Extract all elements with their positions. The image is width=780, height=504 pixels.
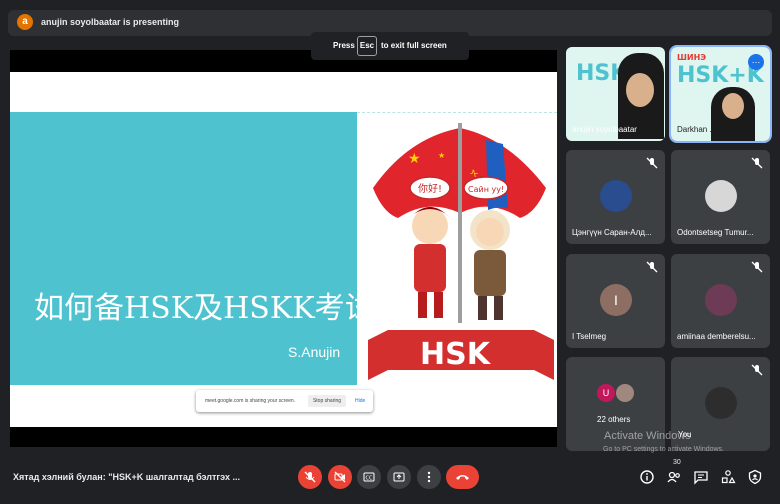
esc-key-hint: Esc: [357, 36, 377, 56]
chat-icon[interactable]: [693, 469, 709, 485]
avatar: [705, 284, 737, 316]
participant-name: Odontsetseg Tumur...: [677, 228, 754, 237]
svg-text:★: ★: [408, 151, 421, 167]
others-count: 22 others: [597, 415, 631, 424]
toast-press-text: Press: [333, 41, 355, 50]
people-icon[interactable]: [666, 469, 682, 485]
share-notice-text: meet.google.com is sharing your screen.: [205, 398, 296, 404]
host-controls-icon[interactable]: [747, 469, 763, 485]
mic-off-icon: [646, 261, 658, 273]
more-vert-icon: [427, 471, 431, 483]
svg-text:CC: CC: [366, 476, 373, 482]
mic-off-icon: [304, 471, 316, 483]
toast-suffix-text: to exit full screen: [381, 41, 447, 50]
participant-name: Darkhan ...: [677, 125, 717, 134]
camera-off-icon: [334, 471, 346, 483]
participant-tile[interactable]: Цэнгүүн Саран-Алд...: [566, 150, 665, 244]
participant-name: Цэнгүүн Саран-Алд...: [572, 228, 652, 237]
slide-author: S.Anujin: [288, 344, 341, 360]
captions-button[interactable]: CC: [357, 465, 381, 489]
slide-divider: [357, 112, 557, 113]
mic-off-icon: [751, 261, 763, 273]
captions-icon: CC: [363, 472, 375, 482]
avatar: I: [600, 284, 632, 316]
participant-tile[interactable]: HSK+K anujin soyolbaatar: [566, 47, 665, 141]
presenter-status: anujin soyolbaatar is presenting: [41, 17, 180, 27]
mic-toggle-button[interactable]: [298, 465, 322, 489]
meeting-title: Хятад хэлний булан: "HSK+K шалгалтад бэл…: [13, 472, 240, 482]
participant-name: amiinaa demberelsu...: [677, 332, 756, 341]
participant-tile[interactable]: amiinaa demberelsu...: [671, 254, 770, 348]
hangup-icon: [456, 475, 469, 480]
participant-face: [722, 93, 744, 119]
slide-banner-text: HSK: [420, 337, 492, 372]
more-options-icon[interactable]: …: [748, 54, 764, 70]
participant-tile[interactable]: ШИНЭ HSK+K … Darkhan ...: [669, 45, 772, 143]
present-button[interactable]: [387, 465, 411, 489]
meeting-details-icon[interactable]: [639, 469, 655, 485]
participant-name: I Tselmeg: [572, 332, 607, 341]
leave-call-button[interactable]: [446, 465, 479, 489]
slide-bubble-right: Сайн уу!: [468, 185, 504, 194]
avatar: [616, 384, 634, 402]
avatar: [705, 387, 737, 419]
activities-icon[interactable]: [720, 469, 736, 485]
participant-tile[interactable]: I I Tselmeg: [566, 254, 665, 348]
mic-off-icon: [751, 157, 763, 169]
screen-share-notice: meet.google.com is sharing your screen. …: [196, 390, 373, 412]
tile-slide-subtext: ШИНЭ: [677, 53, 707, 62]
slide-bubble-left: 你好!: [418, 182, 442, 195]
svg-text:★: ★: [438, 151, 445, 160]
mic-off-icon: [646, 157, 658, 169]
people-count-badge: 30: [673, 459, 681, 466]
avatar: U: [597, 384, 615, 402]
participant-name: anujin soyolbaatar: [572, 125, 637, 134]
activate-windows-watermark: Activate Windows: [604, 430, 691, 442]
camera-toggle-button[interactable]: [328, 465, 352, 489]
activate-windows-subtext: Go to PC settings to activate Windows.: [603, 446, 724, 453]
slide-title: 如何备HSK及HSKK考试: [34, 291, 375, 326]
present-screen-icon: [393, 472, 405, 482]
mic-off-icon: [751, 364, 763, 376]
slide-illustration: ★ ★ ᠰ 你好! Сайн уу! HSK: [368, 123, 554, 380]
fullscreen-toast: Press Esc to exit full screen: [311, 32, 469, 60]
presenter-avatar: a: [17, 14, 33, 30]
participant-face: [626, 73, 654, 107]
stop-sharing-button[interactable]: Stop sharing: [308, 395, 346, 407]
participant-tile[interactable]: Odontsetseg Tumur...: [671, 150, 770, 244]
more-options-button[interactable]: [417, 465, 441, 489]
avatar: [600, 180, 632, 212]
hide-notice-link[interactable]: Hide: [355, 398, 365, 404]
avatar: [705, 180, 737, 212]
